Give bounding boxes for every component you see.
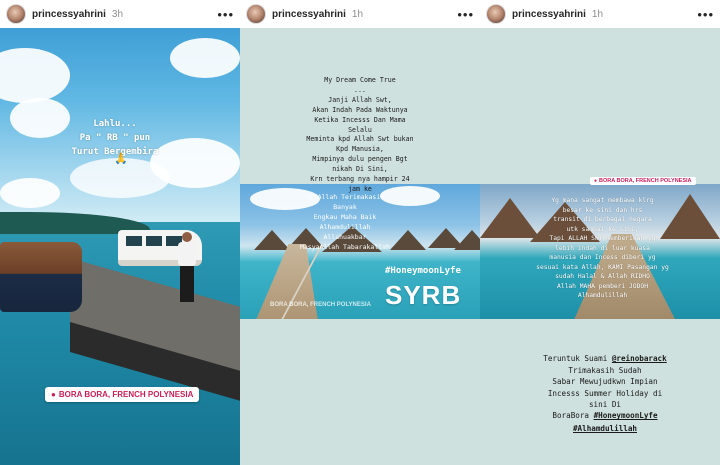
photo-overlay-text: Ya Allah Terimakasih Banyak Engkau Maha … (299, 193, 390, 251)
mention-link[interactable]: @reinobarack (612, 354, 667, 363)
username[interactable]: princessyahrini (32, 9, 106, 20)
story-header: princessyahrini 1h ••• (240, 0, 480, 28)
post-time: 1h (591, 8, 604, 20)
avatar[interactable] (6, 4, 26, 24)
username[interactable]: princessyahrini (272, 9, 346, 20)
location-label: BORA BORA, FRENCH POLYNESIA (599, 178, 692, 184)
story-panel-2[interactable]: princessyahrini 1h ••• BORA BORA, FRENCH… (240, 0, 480, 465)
location-watermark: BORA BORA, FRENCH POLYNESIA (270, 302, 371, 308)
story-panel-1[interactable]: princessyahrini 3h ••• Lahlu... Pa " RB … (0, 0, 240, 465)
story-header: princessyahrini 3h ••• (0, 0, 240, 28)
hashtag-sticker[interactable]: #HoneymoonLyfe (385, 266, 461, 276)
dedication-prefix: Teruntuk Suami (543, 354, 612, 364)
location-pin-icon: ● (51, 390, 56, 399)
post-time: 3h (111, 8, 124, 20)
syrb-sticker: SYRB (385, 280, 462, 310)
username[interactable]: princessyahrini (512, 9, 586, 20)
story-panel-3[interactable]: princessyahrini 1h ••• ● BORA BORA, FREN… (480, 0, 720, 465)
location-sticker[interactable]: ● BORA BORA, FRENCH POLYNESIA (45, 387, 200, 402)
location-label: BORA BORA, FRENCH POLYNESIA (58, 390, 194, 399)
final-hashtag-row: #Alhamdulillah (520, 415, 690, 433)
avatar[interactable] (486, 4, 506, 24)
story-top-text: My Dream Come True ... Janji Allah Swt, … (306, 76, 414, 193)
story-header: princessyahrini 1h ••• (480, 0, 720, 28)
more-options-icon[interactable]: ••• (457, 7, 474, 22)
location-pin-icon: ● (594, 178, 598, 184)
post-time: 1h (351, 8, 364, 20)
photo-overlay-text: Yg mana sangat membawa klrg besar ke sin… (536, 197, 669, 299)
man-walking (176, 232, 198, 306)
location-sticker[interactable]: ● BORA BORA, FRENCH POLYNESIA (590, 177, 696, 185)
story-bottom-text: Teruntuk Suami @reinobarack Trimakasih S… (520, 342, 690, 422)
more-options-icon[interactable]: ••• (217, 7, 234, 22)
hashtag-link[interactable]: #Alhamdulillah (573, 424, 637, 433)
pray-icon: 🙏 (114, 153, 128, 165)
more-options-icon[interactable]: ••• (697, 7, 714, 22)
boat (0, 242, 82, 312)
avatar[interactable] (246, 4, 266, 24)
